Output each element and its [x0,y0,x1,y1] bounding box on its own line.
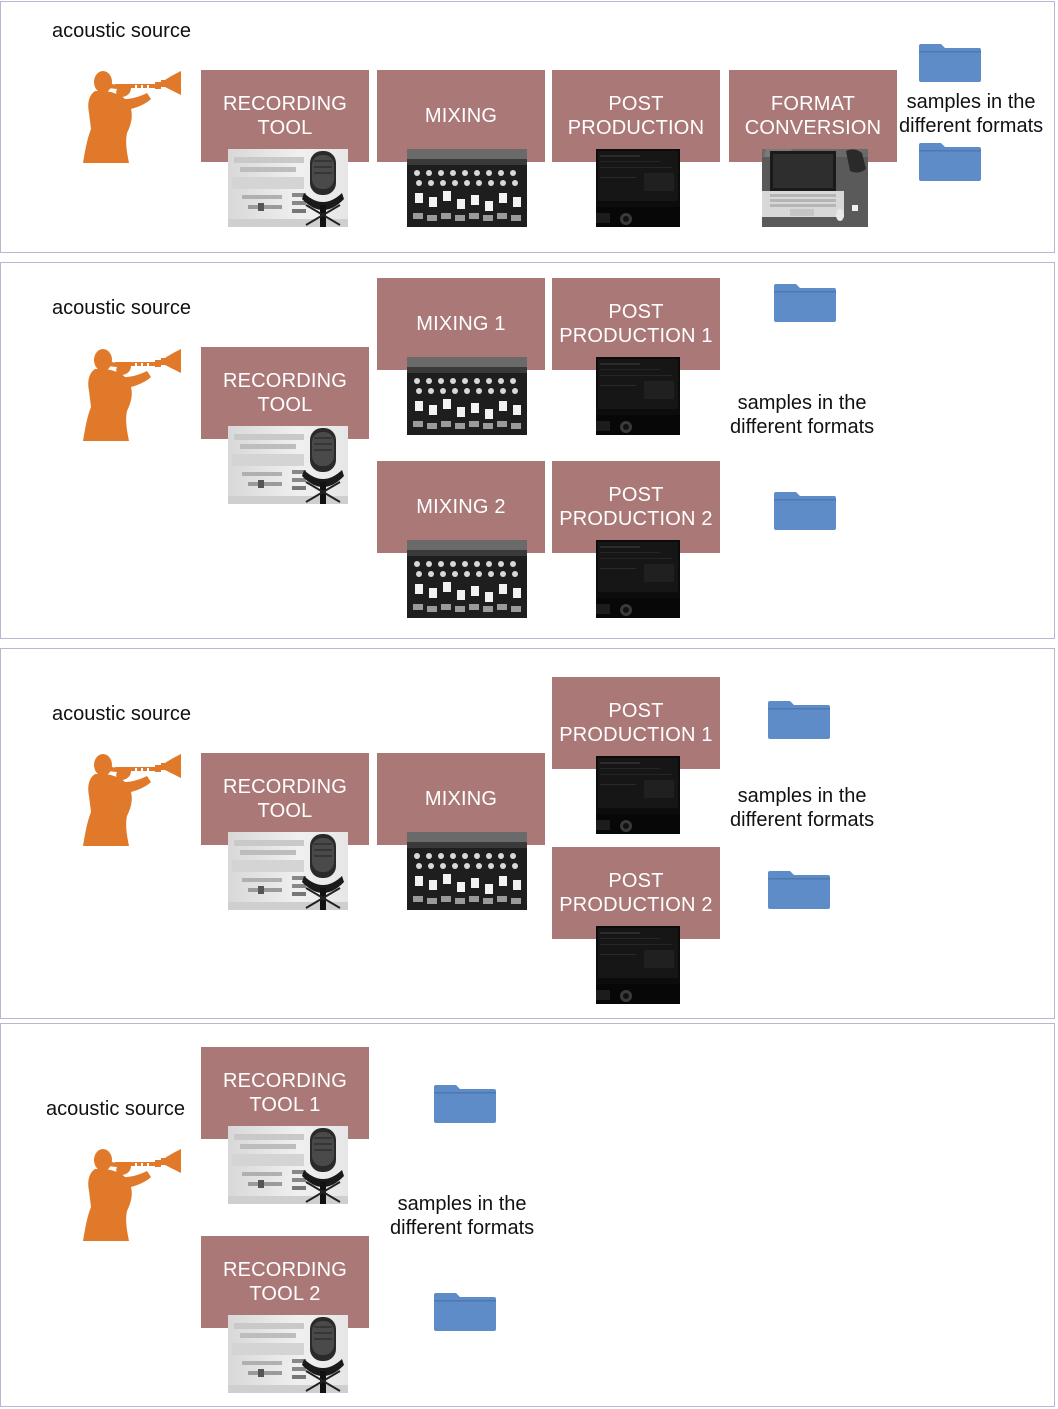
pipeline-panel-4: acoustic source RECORDING TOOL 1 RECORDI… [0,1023,1055,1407]
folder-icon [434,1085,496,1123]
stage-label: MIXING 2 [416,496,506,518]
stage-label: RECORDING TOOL 2 [222,1259,348,1305]
stage-label: POST PRODUCTION 1 [559,700,713,746]
stage-label: POST PRODUCTION 2 [559,870,713,916]
source-label: acoustic source [52,20,191,42]
stage-label: RECORDING TOOL [222,93,348,139]
pipeline-panel-2: acoustic source RECORDING TOOL MIXING 1 … [0,262,1055,639]
stage-label: MIXING 1 [416,313,506,335]
folder-icon [774,284,836,322]
studio-microphone-photo [228,426,348,504]
mixing-console-photo [407,540,527,618]
laptop-desk-photo [762,149,868,227]
studio-microphone-photo [228,832,348,910]
daw-monitor-photo [596,149,680,227]
studio-microphone-photo [228,1315,348,1393]
output-label: samples in the different formats [730,785,875,831]
trumpet-player-icon [81,347,183,441]
daw-monitor-photo [596,756,680,834]
output-label: samples in the different formats [730,392,875,438]
daw-monitor-photo [596,357,680,435]
stage-label: MIXING [424,788,498,810]
source-label: acoustic source [46,1098,185,1120]
stage-label: RECORDING TOOL [222,776,348,822]
output-label: samples in the different formats [390,1193,535,1239]
stage-label: POST PRODUCTION 1 [559,301,713,347]
stage-label: RECORDING TOOL [222,370,348,416]
stage-label: FORMAT CONVERSION [744,93,882,139]
stage-label: RECORDING TOOL 1 [222,1070,348,1116]
stage-label: MIXING [424,105,498,127]
folder-icon [919,143,981,181]
mixing-console-photo [407,832,527,910]
stage-label: POST PRODUCTION [567,93,705,139]
trumpet-player-icon [81,1147,183,1241]
output-label: samples in the different formats [899,91,1044,137]
folder-icon [919,44,981,82]
daw-monitor-photo [596,540,680,618]
pipeline-panel-3: acoustic source RECORDING TOOL MIXING PO… [0,648,1055,1019]
studio-microphone-photo [228,1126,348,1204]
stage-label: POST PRODUCTION 2 [559,484,713,530]
mixing-console-photo [407,149,527,227]
trumpet-player-icon [81,752,183,846]
mixing-console-photo [407,357,527,435]
pipeline-panel-1: acoustic source RECORDING TOOL MIXING PO… [0,1,1055,253]
source-label: acoustic source [52,297,191,319]
folder-icon [768,701,830,739]
source-label: acoustic source [52,703,191,725]
daw-monitor-photo [596,926,680,1004]
folder-icon [774,492,836,530]
folder-icon [768,871,830,909]
studio-microphone-photo [228,149,348,227]
trumpet-player-icon [81,69,183,163]
folder-icon [434,1293,496,1331]
